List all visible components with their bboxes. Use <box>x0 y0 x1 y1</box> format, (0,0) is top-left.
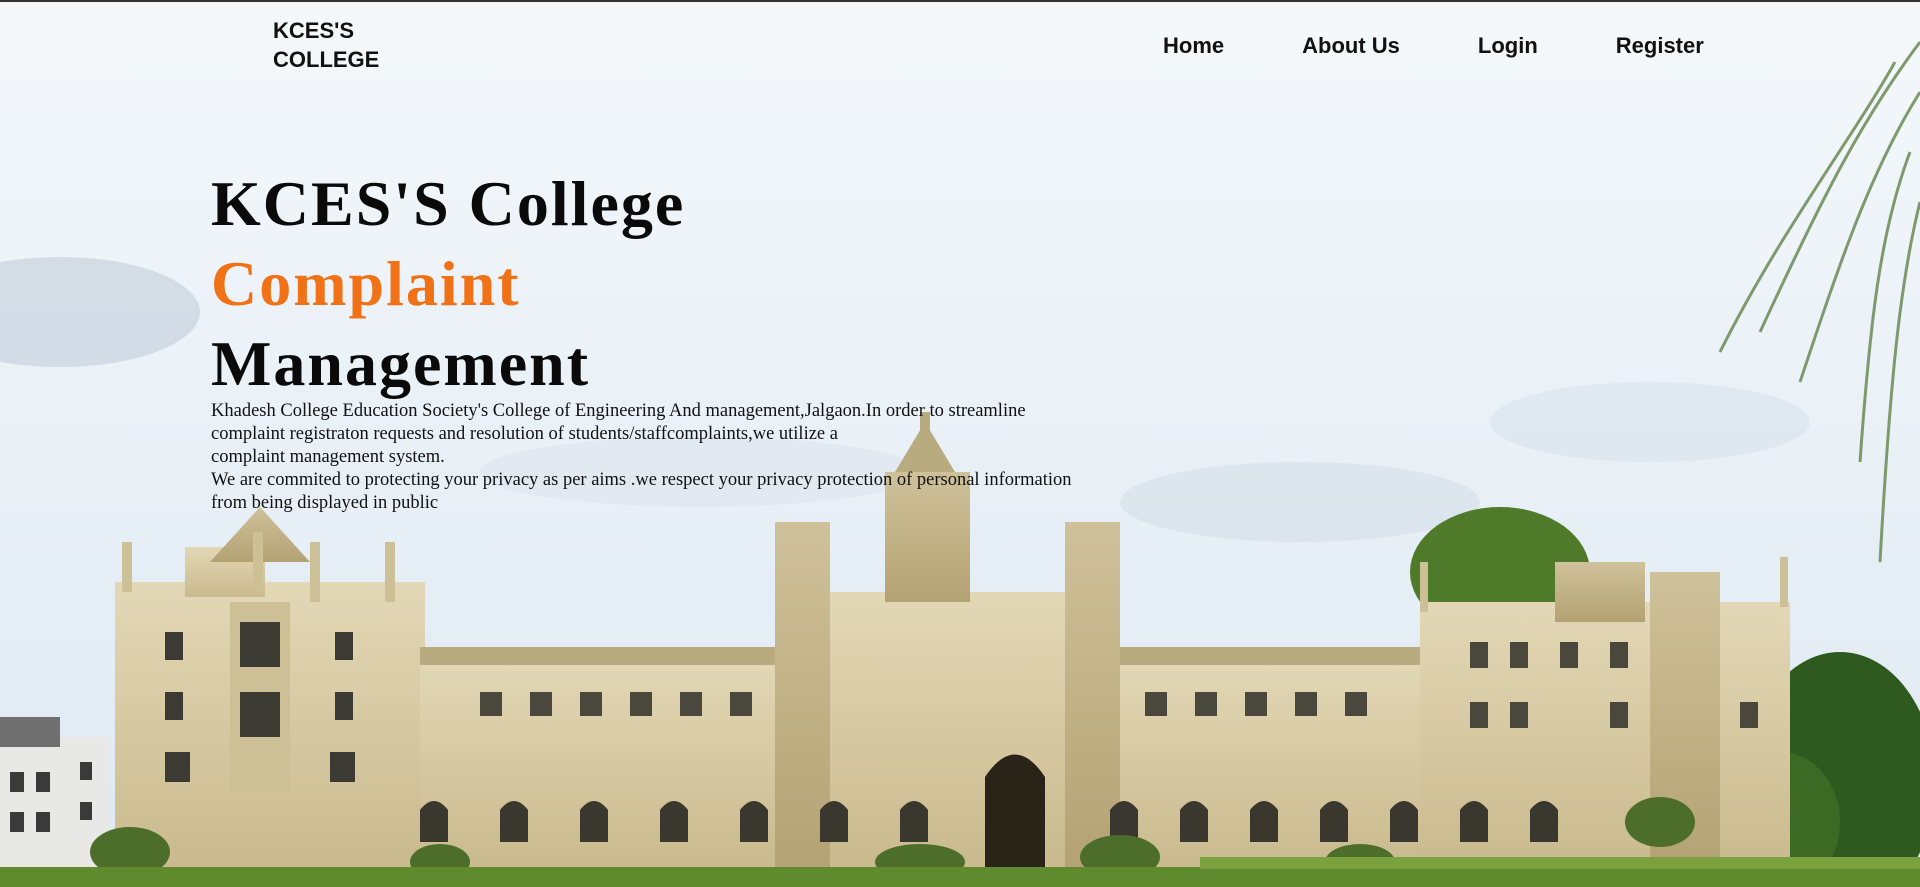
hero-desc-line: We are commited to protecting your priva… <box>211 470 1072 490</box>
brand-line-1: KCES'S <box>273 18 355 43</box>
hero-title: KCES'S College Complaint Management <box>211 164 1171 404</box>
nav-about-link[interactable]: About Us <box>1302 33 1400 59</box>
brand-logo-text[interactable]: KCES'S COLLEGE <box>273 16 433 74</box>
hero-title-accent: Complaint <box>211 248 521 319</box>
nav-home-link[interactable]: Home <box>1163 33 1224 59</box>
hero-title-line-3: Management <box>211 328 591 399</box>
hero-desc-line: complaint management system. <box>211 447 445 467</box>
hero-desc-line: complaint registraton requests and resol… <box>211 424 838 444</box>
hero-section: KCES'S College Complaint Management Khad… <box>211 164 1171 515</box>
nav-register-link[interactable]: Register <box>1616 33 1704 59</box>
nav-login-link[interactable]: Login <box>1478 33 1538 59</box>
brand-line-2: COLLEGE <box>273 47 380 72</box>
hero-desc-line: from being displayed in public <box>211 493 439 513</box>
hero-title-line-1: KCES'S College <box>211 168 686 239</box>
hero-desc-line: Khadesh College Education Society's Coll… <box>211 401 1026 421</box>
main-nav: Home About Us Login Register <box>1163 33 1704 59</box>
hero-description: Khadesh College Education Society's Coll… <box>211 400 1171 515</box>
